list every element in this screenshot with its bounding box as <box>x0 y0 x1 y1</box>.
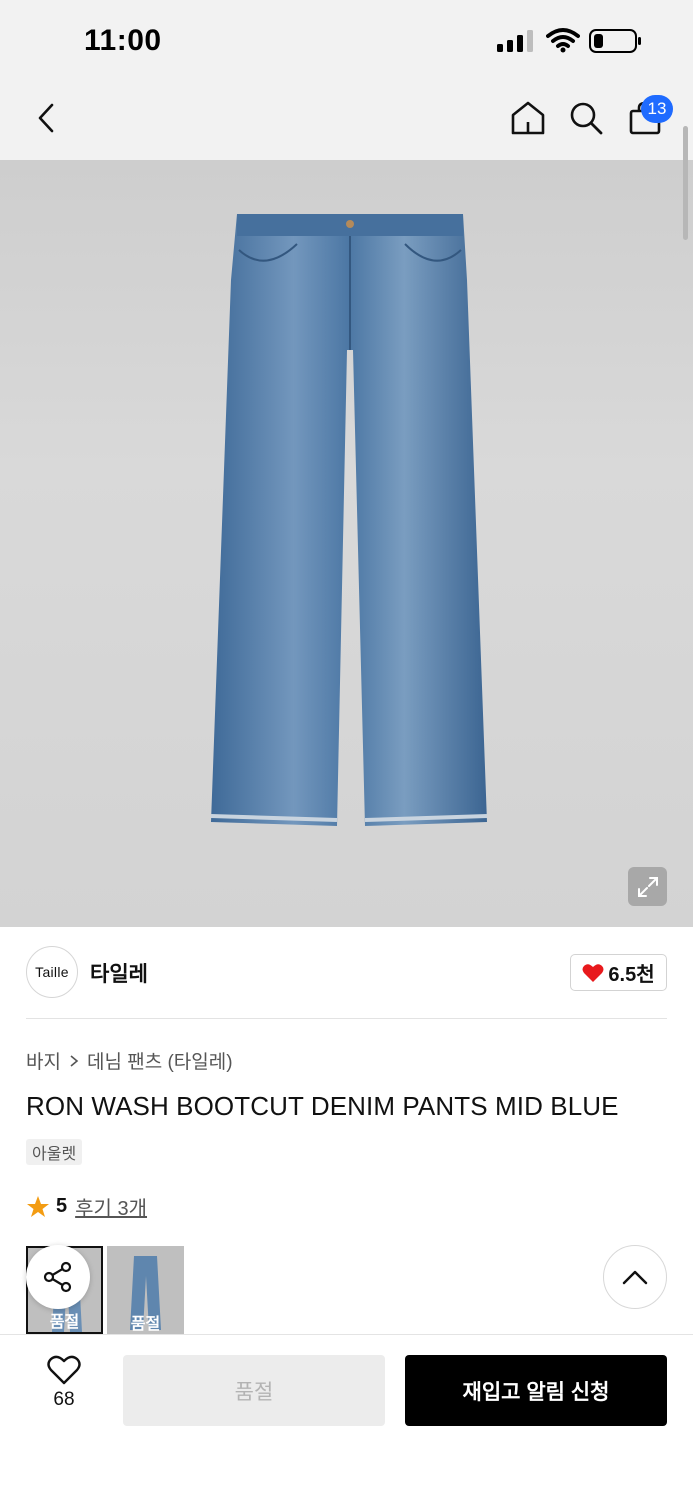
star-icon <box>27 1195 49 1217</box>
review-count-link[interactable]: 후기 3개 <box>75 1192 147 1221</box>
rating-row: 5 후기 3개 <box>26 1192 147 1221</box>
option-thumbnail[interactable]: 품절 <box>107 1246 184 1334</box>
cart-count-badge: 13 <box>641 95 673 123</box>
scroll-to-top-button[interactable] <box>603 1245 667 1309</box>
home-icon <box>511 101 545 135</box>
breadcrumb-item-subcategory[interactable]: 데님 팬츠 (타일레) <box>87 1047 233 1074</box>
share-icon <box>43 1261 72 1293</box>
restock-alert-button[interactable]: 재입고 알림 신청 <box>405 1355 667 1426</box>
wishlist-count: 68 <box>53 1389 75 1410</box>
breadcrumb-item-category[interactable]: 바지 <box>26 1047 61 1074</box>
navigation-bar <box>0 82 693 160</box>
home-button[interactable] <box>508 98 548 138</box>
thumbnail-soldout-label: 품절 <box>49 1314 80 1331</box>
search-button[interactable] <box>566 98 606 138</box>
chevron-up-icon <box>622 1270 648 1285</box>
search-icon <box>570 102 603 135</box>
expand-image-button[interactable] <box>628 867 667 906</box>
brand-logo: Taille <box>26 946 78 998</box>
brand-like-button[interactable]: 6.5천 <box>570 954 667 991</box>
breadcrumb: 바지 데님 팬츠 (타일레) <box>26 1047 233 1074</box>
rating-score: 5 <box>56 1195 68 1217</box>
outlet-tag: 아울렛 <box>26 1139 83 1165</box>
brand-row[interactable]: Taille 타일레 6.5천 <box>26 946 667 1000</box>
product-photo <box>210 214 488 826</box>
chevron-right-icon <box>70 1054 79 1067</box>
divider <box>26 1018 667 1019</box>
wifi-icon <box>546 28 580 53</box>
status-bar: 11:00 <box>0 0 693 82</box>
scrollbar[interactable] <box>683 126 688 240</box>
share-button[interactable] <box>26 1245 90 1309</box>
back-button[interactable] <box>26 98 66 138</box>
brand-like-count: 6.5천 <box>608 964 655 986</box>
bottom-action-bar: 68 품절 재입고 알림 신청 <box>0 1334 693 1500</box>
product-title: RON WASH BOOTCUT DENIM PANTS MID BLUE <box>26 1091 619 1121</box>
brand-name[interactable]: 타일레 <box>90 958 148 988</box>
soldout-button: 품절 <box>123 1355 385 1426</box>
heart-outline-icon <box>47 1355 81 1385</box>
expand-icon <box>637 876 658 897</box>
cellular-signal-icon <box>497 30 533 52</box>
heart-filled-icon <box>582 963 604 982</box>
thumbnail-soldout-label: 품절 <box>130 1316 161 1333</box>
battery-icon <box>589 29 641 53</box>
product-image[interactable] <box>0 160 693 927</box>
status-time: 11:00 <box>84 24 162 57</box>
chevron-left-icon <box>38 103 54 133</box>
wishlist-button[interactable]: 68 <box>34 1355 94 1411</box>
